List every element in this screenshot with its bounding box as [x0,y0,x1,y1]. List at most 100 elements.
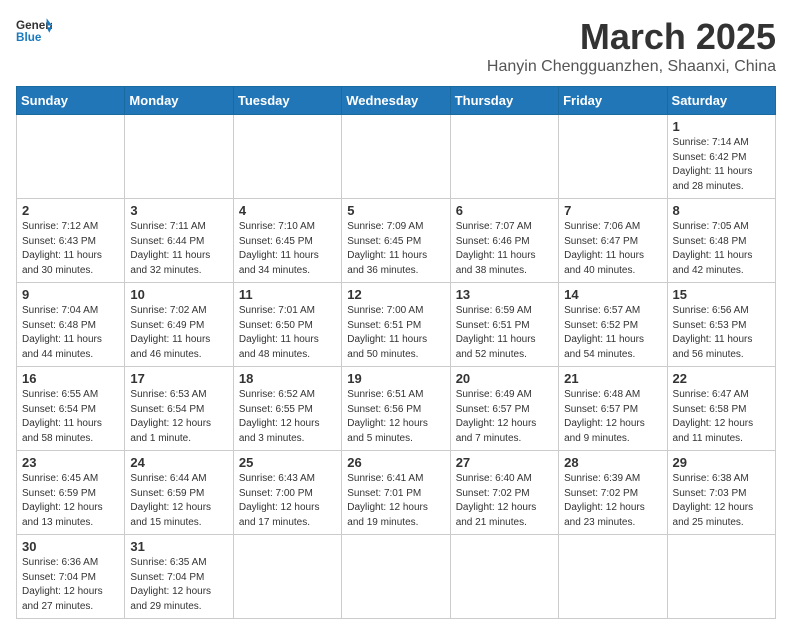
calendar-cell [233,115,341,199]
calendar-cell: 6 Sunrise: 7:07 AM Sunset: 6:46 PM Daylig… [450,199,558,283]
day-number: 2 [22,203,119,218]
day-number: 11 [239,287,336,302]
calendar-week-0: 1 Sunrise: 7:14 AM Sunset: 6:42 PM Daylig… [17,115,776,199]
day-info: Sunrise: 7:14 AM Sunset: 6:42 PM Dayligh… [673,136,770,194]
calendar-cell: 9 Sunrise: 7:04 AM Sunset: 6:48 PM Daylig… [17,283,125,367]
calendar-cell: 3 Sunrise: 7:11 AM Sunset: 6:44 PM Daylig… [125,199,233,283]
calendar: SundayMondayTuesdayWednesdayThursdayFrid… [16,86,776,619]
calendar-cell [17,115,125,199]
day-number: 18 [239,371,336,386]
day-number: 21 [564,371,661,386]
title-area: March 2025 Hanyin Chengguanzhen, Shaanxi… [487,16,776,76]
calendar-week-4: 23 Sunrise: 6:45 AM Sunset: 6:59 PM Dayli… [17,451,776,535]
calendar-cell [450,535,558,619]
day-info: Sunrise: 7:04 AM Sunset: 6:48 PM Dayligh… [22,304,119,362]
day-number: 8 [673,203,770,218]
day-info: Sunrise: 7:05 AM Sunset: 6:48 PM Dayligh… [673,220,770,278]
day-number: 23 [22,455,119,470]
day-info: Sunrise: 6:35 AM Sunset: 7:04 PM Dayligh… [130,556,227,614]
day-info: Sunrise: 7:02 AM Sunset: 6:49 PM Dayligh… [130,304,227,362]
calendar-cell [667,535,775,619]
day-header-sunday: Sunday [17,87,125,115]
day-number: 29 [673,455,770,470]
day-header-wednesday: Wednesday [342,87,450,115]
calendar-cell: 25Sunrise: 6:43 AM Sunset: 7:00 PM Dayli… [233,451,341,535]
calendar-cell: 5Sunrise: 7:09 AM Sunset: 6:45 PM Daylig… [342,199,450,283]
calendar-cell [450,115,558,199]
day-info: Sunrise: 6:43 AM Sunset: 7:00 PM Dayligh… [239,472,336,530]
day-number: 14 [564,287,661,302]
svg-text:Blue: Blue [16,31,42,44]
day-header-tuesday: Tuesday [233,87,341,115]
day-number: 26 [347,455,444,470]
day-header-monday: Monday [125,87,233,115]
day-number: 27 [456,455,553,470]
calendar-cell: 30 Sunrise: 6:36 AM Sunset: 7:04 PM Dayli… [17,535,125,619]
calendar-cell [342,115,450,199]
calendar-cell: 27Sunrise: 6:40 AM Sunset: 7:02 PM Dayli… [450,451,558,535]
day-info: Sunrise: 6:39 AM Sunset: 7:02 PM Dayligh… [564,472,661,530]
day-number: 22 [673,371,770,386]
day-number: 30 [22,539,119,554]
day-number: 9 [22,287,119,302]
calendar-cell [125,115,233,199]
calendar-week-1: 2 Sunrise: 7:12 AM Sunset: 6:43 PM Daylig… [17,199,776,283]
calendar-cell: 17 Sunrise: 6:53 AM Sunset: 6:54 PM Dayli… [125,367,233,451]
day-info: Sunrise: 6:55 AM Sunset: 6:54 PM Dayligh… [22,388,119,446]
calendar-cell: 2 Sunrise: 7:12 AM Sunset: 6:43 PM Daylig… [17,199,125,283]
day-info: Sunrise: 7:10 AM Sunset: 6:45 PM Dayligh… [239,220,336,278]
day-info: Sunrise: 6:45 AM Sunset: 6:59 PM Dayligh… [22,472,119,530]
calendar-cell: 16Sunrise: 6:55 AM Sunset: 6:54 PM Dayli… [17,367,125,451]
day-number: 1 [673,119,770,134]
day-info: Sunrise: 6:38 AM Sunset: 7:03 PM Dayligh… [673,472,770,530]
day-number: 6 [456,203,553,218]
calendar-cell: 22 Sunrise: 6:47 AM Sunset: 6:58 PM Dayli… [667,367,775,451]
calendar-week-2: 9 Sunrise: 7:04 AM Sunset: 6:48 PM Daylig… [17,283,776,367]
calendar-cell: 4Sunrise: 7:10 AM Sunset: 6:45 PM Daylig… [233,199,341,283]
day-number: 28 [564,455,661,470]
day-info: Sunrise: 6:36 AM Sunset: 7:04 PM Dayligh… [22,556,119,614]
day-info: Sunrise: 7:01 AM Sunset: 6:50 PM Dayligh… [239,304,336,362]
day-number: 5 [347,203,444,218]
day-info: Sunrise: 6:44 AM Sunset: 6:59 PM Dayligh… [130,472,227,530]
day-number: 24 [130,455,227,470]
day-header-saturday: Saturday [667,87,775,115]
day-header-thursday: Thursday [450,87,558,115]
calendar-cell: 10Sunrise: 7:02 AM Sunset: 6:49 PM Dayli… [125,283,233,367]
day-info: Sunrise: 6:53 AM Sunset: 6:54 PM Dayligh… [130,388,227,446]
day-info: Sunrise: 7:07 AM Sunset: 6:46 PM Dayligh… [456,220,553,278]
day-info: Sunrise: 6:51 AM Sunset: 6:56 PM Dayligh… [347,388,444,446]
day-number: 20 [456,371,553,386]
day-info: Sunrise: 6:52 AM Sunset: 6:55 PM Dayligh… [239,388,336,446]
day-number: 19 [347,371,444,386]
calendar-cell: 7Sunrise: 7:06 AM Sunset: 6:47 PM Daylig… [559,199,667,283]
calendar-cell: 18 Sunrise: 6:52 AM Sunset: 6:55 PM Dayli… [233,367,341,451]
calendar-cell [233,535,341,619]
calendar-cell: 31 Sunrise: 6:35 AM Sunset: 7:04 PM Dayli… [125,535,233,619]
header: General Blue March 2025 Hanyin Chengguan… [16,16,776,76]
day-info: Sunrise: 6:41 AM Sunset: 7:01 PM Dayligh… [347,472,444,530]
calendar-cell: 13Sunrise: 6:59 AM Sunset: 6:51 PM Dayli… [450,283,558,367]
calendar-cell [559,115,667,199]
calendar-cell: 11 Sunrise: 7:01 AM Sunset: 6:50 PM Dayli… [233,283,341,367]
day-info: Sunrise: 7:11 AM Sunset: 6:44 PM Dayligh… [130,220,227,278]
day-number: 17 [130,371,227,386]
calendar-week-5: 30 Sunrise: 6:36 AM Sunset: 7:04 PM Dayli… [17,535,776,619]
day-info: Sunrise: 6:56 AM Sunset: 6:53 PM Dayligh… [673,304,770,362]
day-number: 13 [456,287,553,302]
calendar-cell [342,535,450,619]
calendar-cell: 24 Sunrise: 6:44 AM Sunset: 6:59 PM Dayli… [125,451,233,535]
calendar-cell: 8 Sunrise: 7:05 AM Sunset: 6:48 PM Daylig… [667,199,775,283]
day-info: Sunrise: 6:47 AM Sunset: 6:58 PM Dayligh… [673,388,770,446]
calendar-cell: 14Sunrise: 6:57 AM Sunset: 6:52 PM Dayli… [559,283,667,367]
calendar-cell: 20Sunrise: 6:49 AM Sunset: 6:57 PM Dayli… [450,367,558,451]
day-number: 31 [130,539,227,554]
month-title: March 2025 [487,16,776,58]
calendar-cell: 28 Sunrise: 6:39 AM Sunset: 7:02 PM Dayli… [559,451,667,535]
calendar-cell: 1 Sunrise: 7:14 AM Sunset: 6:42 PM Daylig… [667,115,775,199]
day-info: Sunrise: 7:12 AM Sunset: 6:43 PM Dayligh… [22,220,119,278]
day-number: 3 [130,203,227,218]
calendar-cell: 29 Sunrise: 6:38 AM Sunset: 7:03 PM Dayli… [667,451,775,535]
calendar-cell: 23 Sunrise: 6:45 AM Sunset: 6:59 PM Dayli… [17,451,125,535]
day-info: Sunrise: 7:06 AM Sunset: 6:47 PM Dayligh… [564,220,661,278]
